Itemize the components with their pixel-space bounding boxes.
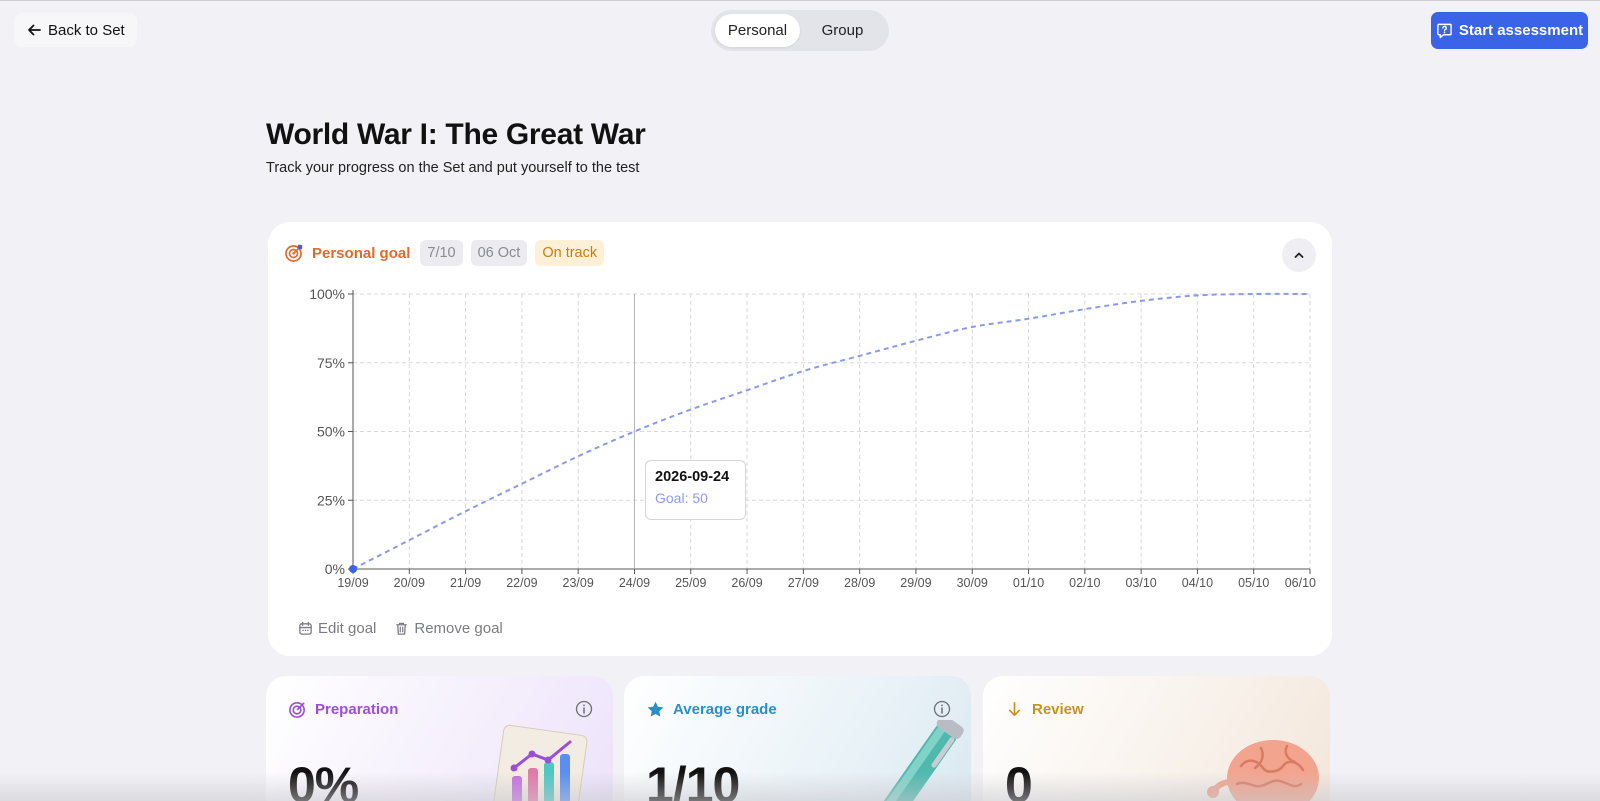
start-assessment-button[interactable]: Start assessment (1431, 12, 1588, 49)
preparation-value: 0% (288, 757, 359, 801)
x-tick-label: 23/09 (563, 576, 594, 590)
x-tick-label: 29/09 (900, 576, 931, 590)
remove-goal-label: Remove goal (414, 620, 503, 637)
x-tick-label: 03/10 (1125, 576, 1156, 590)
goal-header: Personal goal 7/10 06 Oct On track (284, 240, 605, 266)
goal-progress-chart: 0% 25% 50% 75% 100% 19/09 20/09 21/09 22/09 23/09… (309, 286, 1316, 590)
pen-illustration (876, 720, 964, 801)
tab-personal[interactable]: Personal (715, 14, 800, 47)
review-label: Review (1032, 701, 1084, 718)
preparation-label: Preparation (315, 701, 399, 718)
x-tick-label: 20/09 (394, 576, 425, 590)
info-icon[interactable] (933, 700, 951, 718)
goal-status-chip: On track (535, 240, 605, 266)
y-tick-label: 100% (309, 286, 345, 302)
chevron-up-icon (1294, 252, 1304, 258)
x-tick-label: 19/09 (337, 576, 368, 590)
preparation-card: Preparation 0% (266, 676, 613, 801)
chart-board-illustration (492, 724, 588, 801)
tooltip-value: Goal: 50 (655, 490, 708, 506)
average-grade-value: 1/10 (646, 757, 740, 801)
average-grade-card: Average grade 1/10 (624, 676, 971, 801)
edit-goal-label: Edit goal (318, 620, 377, 637)
x-tick-label: 04/10 (1182, 576, 1213, 590)
review-value: 0 (1005, 757, 1033, 801)
top-border (0, 0, 1600, 1)
y-tick-label: 25% (317, 492, 345, 508)
tab-group[interactable]: Group (800, 14, 885, 47)
tooltip-date: 2026-09-24 (655, 469, 730, 485)
preparation-title: Preparation (288, 700, 398, 719)
x-tick-label: 28/09 (844, 576, 875, 590)
goal-date-chip: 06 Oct (470, 240, 528, 266)
page-subtitle: Track your progress on the Set and put y… (266, 160, 640, 176)
remove-goal-button[interactable]: Remove goal (394, 620, 503, 637)
goal-score-chip: 7/10 (420, 240, 463, 266)
view-toggle: Personal Group (711, 10, 889, 51)
question-bubble-icon (1437, 23, 1452, 39)
average-grade-title: Average grade (646, 700, 777, 719)
y-tick-label: 50% (317, 424, 345, 440)
x-tick-label: 22/09 (506, 576, 537, 590)
x-tick-label: 02/10 (1069, 576, 1100, 590)
y-tick-label: 75% (317, 355, 345, 371)
star-icon (647, 701, 664, 717)
x-tick-label: 25/09 (675, 576, 706, 590)
x-tick-label: 05/10 (1238, 576, 1269, 590)
back-to-set-button[interactable]: Back to Set (14, 13, 137, 47)
x-tick-label: 01/10 (1013, 576, 1044, 590)
x-tick-label: 24/09 (619, 576, 650, 590)
target-icon (289, 702, 305, 718)
arrow-left-icon (28, 24, 41, 36)
series-start-point (349, 565, 357, 573)
x-tick-label: 26/09 (731, 576, 762, 590)
back-to-set-label: Back to Set (48, 21, 125, 39)
x-tick-label: 30/09 (957, 576, 988, 590)
review-title: Review (1005, 700, 1084, 719)
info-icon[interactable] (575, 700, 593, 718)
chart-tooltip: 2026-09-24 Goal: 50 (645, 460, 746, 520)
collapse-goal-button[interactable] (1282, 238, 1316, 272)
brain-illustration (1207, 740, 1319, 801)
x-tick-label: 21/09 (450, 576, 481, 590)
goal-actions: Edit goal Remove goal (298, 620, 503, 637)
edit-goal-button[interactable]: Edit goal (298, 620, 376, 637)
calendar-icon (299, 621, 312, 635)
start-assessment-label: Start assessment (1458, 22, 1584, 39)
personal-goal-card: 0% 25% 50% 75% 100% 19/09 20/09 21/09 22/09 23/09… (268, 222, 1332, 656)
arrow-down-icon (1008, 701, 1021, 717)
x-tick-label: 27/09 (788, 576, 819, 590)
average-grade-label: Average grade (673, 701, 777, 718)
trash-icon (396, 622, 408, 635)
x-tick-label: 06/10 (1285, 576, 1316, 590)
review-card: Review 0 (983, 676, 1330, 801)
goal-label: Personal goal (312, 244, 411, 262)
goal-target-icon (285, 244, 303, 262)
y-tick-label: 0% (325, 561, 345, 577)
page-title: World War I: The Great War (266, 118, 646, 151)
